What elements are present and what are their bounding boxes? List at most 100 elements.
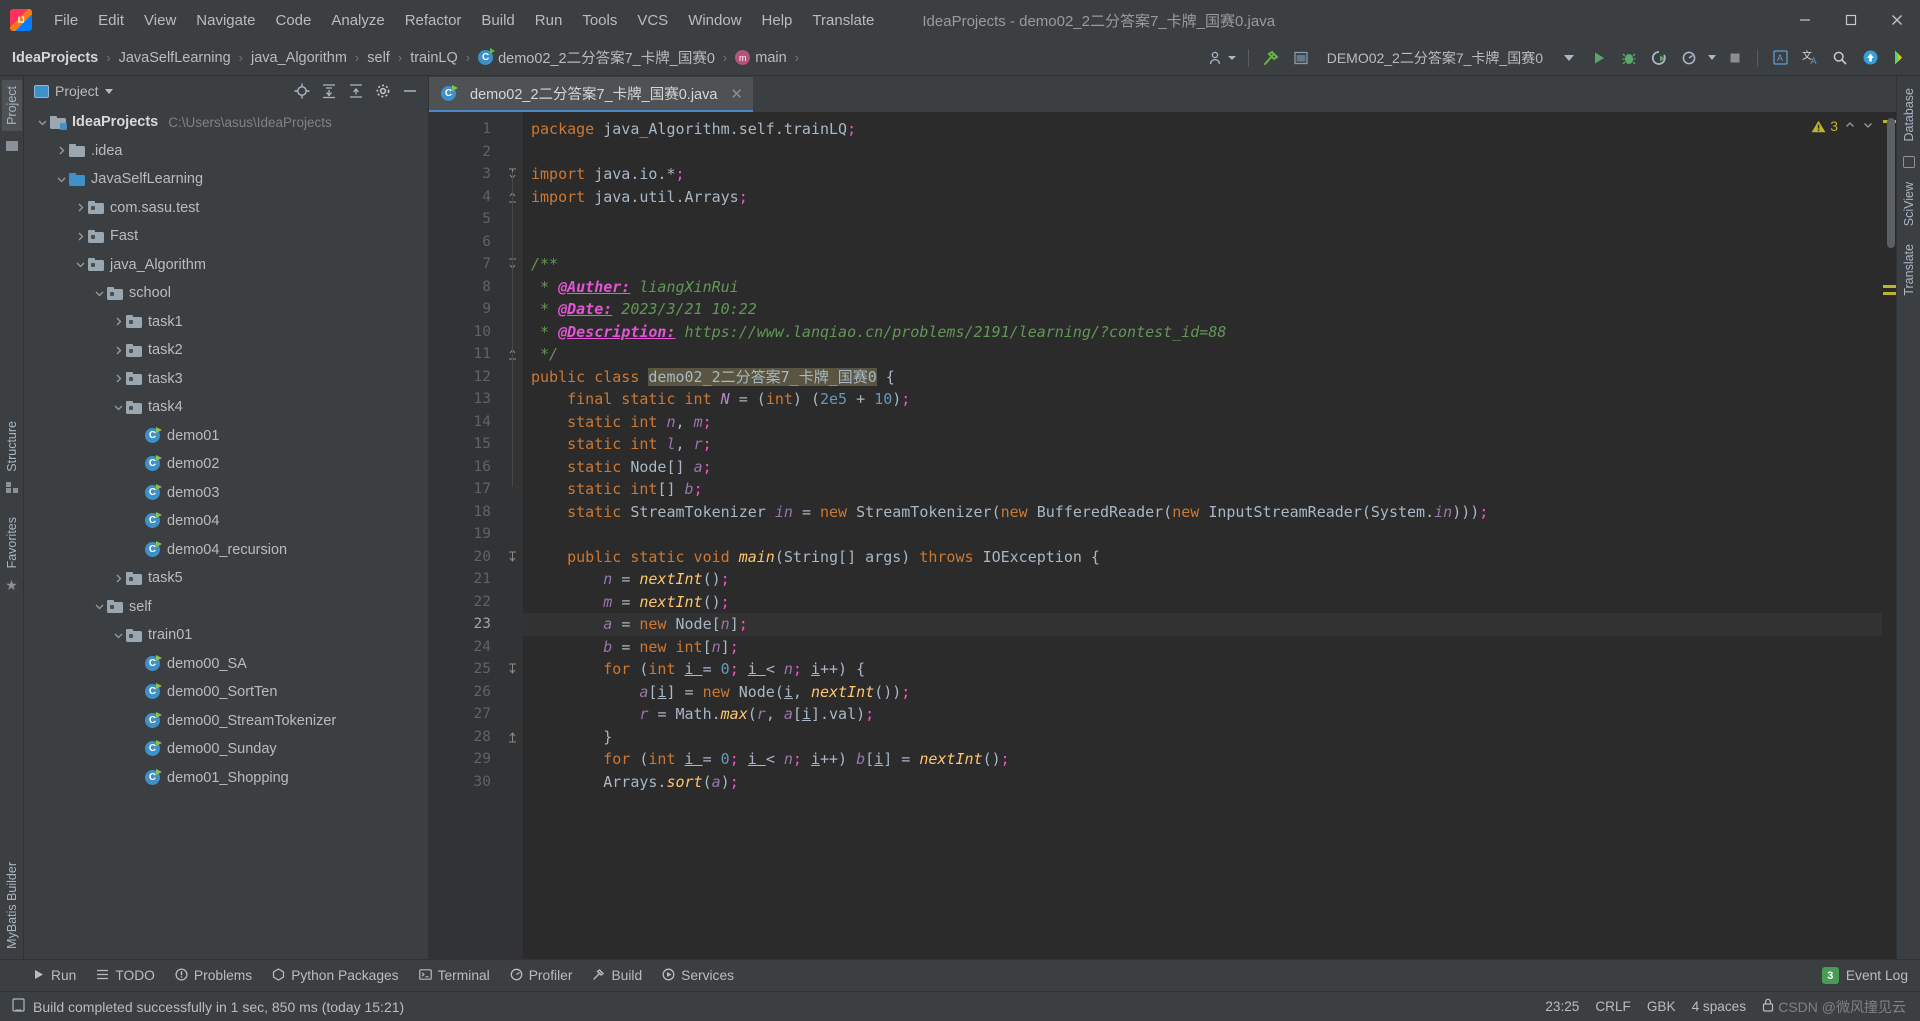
warning-count-badge[interactable]: 3 <box>1811 118 1838 134</box>
chevron-right-icon[interactable] <box>72 203 88 212</box>
code-line[interactable]: * @Auther: liangXinRui <box>523 276 1882 299</box>
hide-panel-icon[interactable] <box>398 79 422 103</box>
code-line[interactable]: a[i] = new Node(i, nextInt()); <box>523 681 1882 704</box>
search-icon[interactable] <box>1826 44 1854 72</box>
line-number[interactable]: 8 <box>429 276 501 299</box>
code-line[interactable]: * @Description: https://www.lanqiao.cn/p… <box>523 321 1882 344</box>
menu-window[interactable]: Window <box>678 8 751 33</box>
expand-all-icon[interactable] <box>317 79 341 103</box>
menu-translate[interactable]: Translate <box>802 8 884 33</box>
menu-refactor[interactable]: Refactor <box>395 8 472 33</box>
breadcrumb-javaselflearning[interactable]: JavaSelfLearning <box>119 50 231 66</box>
menu-edit[interactable]: Edit <box>88 8 134 33</box>
warning-marker[interactable] <box>1883 292 1896 295</box>
line-number[interactable]: 3 <box>429 163 501 186</box>
line-number[interactable]: 10 <box>429 321 501 344</box>
chevron-down-icon[interactable] <box>53 175 69 184</box>
line-number[interactable]: 16 <box>429 456 501 479</box>
tree-item-comsasutest[interactable]: com.sasu.test <box>24 194 428 223</box>
file-encoding[interactable]: GBK <box>1647 999 1676 1014</box>
chevron-down-icon[interactable] <box>1555 44 1583 72</box>
code-line[interactable]: a = new Node[n]; <box>523 613 1882 636</box>
chevron-down-icon[interactable] <box>91 289 107 298</box>
line-number[interactable]: 23 <box>429 613 501 636</box>
code-line[interactable]: static StreamTokenizer in = new StreamTo… <box>523 501 1882 524</box>
run-configuration-selector[interactable]: DEMO02_2二分答案7_卡牌_国赛0 <box>1317 45 1553 71</box>
fold-marker[interactable] <box>501 726 523 749</box>
stripe-folder-icon[interactable] <box>5 140 18 151</box>
tree-item-train01[interactable]: train01 <box>24 621 428 650</box>
stripe-button-favorites[interactable]: Favorites <box>2 511 22 574</box>
tool-window-button-build[interactable]: Build <box>582 964 652 988</box>
code-line[interactable]: static int l, r; <box>523 433 1882 456</box>
line-number[interactable]: 1 <box>429 118 501 141</box>
chevron-down-icon[interactable] <box>91 602 107 611</box>
code-line[interactable]: static int[] b; <box>523 478 1882 501</box>
tool-window-button-problems[interactable]: Problems <box>165 964 262 988</box>
stripe-button-structure[interactable]: Structure <box>2 415 22 478</box>
chevron-down-icon[interactable] <box>110 631 126 640</box>
tree-item-task3[interactable]: task3 <box>24 365 428 394</box>
chevron-down-icon[interactable] <box>72 260 88 269</box>
line-number[interactable]: 20 <box>429 546 501 569</box>
tree-item-demo00_streamtokenizer[interactable]: Cdemo00_StreamTokenizer <box>24 707 428 736</box>
run-icon[interactable] <box>1585 44 1613 72</box>
line-number[interactable]: 9 <box>429 298 501 321</box>
menu-run[interactable]: Run <box>525 8 573 33</box>
code-line[interactable]: * @Date: 2023/3/21 10:22 <box>523 298 1882 321</box>
profile-icon[interactable] <box>1675 44 1703 72</box>
code-line[interactable] <box>523 523 1882 546</box>
code-line[interactable]: Arrays.sort(a); <box>523 771 1882 794</box>
menu-code[interactable]: Code <box>265 8 321 33</box>
menu-analyze[interactable]: Analyze <box>321 8 394 33</box>
line-number[interactable]: 17 <box>429 478 501 501</box>
debug-icon[interactable] <box>1615 44 1643 72</box>
collapse-all-icon[interactable] <box>344 79 368 103</box>
line-number[interactable]: 21 <box>429 568 501 591</box>
menu-help[interactable]: Help <box>752 8 803 33</box>
editor-scrollbar-thumb[interactable] <box>1887 118 1895 248</box>
code-line[interactable]: n = nextInt(); <box>523 568 1882 591</box>
stripe-button-sciview[interactable]: SciView <box>1899 176 1919 232</box>
menu-build[interactable]: Build <box>471 8 524 33</box>
code-line[interactable]: */ <box>523 343 1882 366</box>
star-icon[interactable]: ★ <box>5 578 18 592</box>
code-line[interactable]: m = nextInt(); <box>523 591 1882 614</box>
tree-item-demo04[interactable]: Cdemo04 <box>24 507 428 536</box>
breadcrumb-demo02_27__0[interactable]: Cdemo02_2二分答案7_卡牌_国赛0 <box>478 47 715 68</box>
line-number[interactable]: 22 <box>429 591 501 614</box>
line-number[interactable]: 27 <box>429 703 501 726</box>
line-number[interactable]: 24 <box>429 636 501 659</box>
project-panel-title-group[interactable]: Project <box>34 83 113 99</box>
run-with-coverage-icon[interactable] <box>1645 44 1673 72</box>
code-line[interactable] <box>523 231 1882 254</box>
code-line[interactable] <box>523 208 1882 231</box>
chevron-right-icon[interactable] <box>110 346 126 355</box>
chevron-down-icon[interactable] <box>34 118 50 127</box>
tree-item-java_algorithm[interactable]: java_Algorithm <box>24 251 428 280</box>
fold-marker[interactable] <box>501 546 523 569</box>
code-line[interactable]: final static int N = (int) (2e5 + 10); <box>523 388 1882 411</box>
chevron-up-icon[interactable] <box>1844 119 1856 134</box>
line-number[interactable]: 15 <box>429 433 501 456</box>
tree-item-school[interactable]: school <box>24 279 428 308</box>
chevron-right-icon[interactable] <box>110 374 126 383</box>
chevron-down-icon[interactable] <box>110 403 126 412</box>
breadcrumb-ideaprojects[interactable]: IdeaProjects <box>12 50 98 66</box>
tree-item-demo01_shopping[interactable]: Cdemo01_Shopping <box>24 764 428 793</box>
line-separator[interactable]: CRLF <box>1595 999 1631 1014</box>
code-line[interactable]: import java.util.Arrays; <box>523 186 1882 209</box>
code-line[interactable]: r = Math.max(r, a[i].val); <box>523 703 1882 726</box>
status-message-group[interactable]: Build completed successfully in 1 sec, 8… <box>12 998 404 1015</box>
line-number[interactable]: 18 <box>429 501 501 524</box>
tool-window-button-profiler[interactable]: Profiler <box>500 964 583 988</box>
code-line[interactable]: for (int i = 0; i < n; i++) b[i] = nextI… <box>523 748 1882 771</box>
database-icon[interactable] <box>1902 155 1915 168</box>
line-number[interactable]: 13 <box>429 388 501 411</box>
account-icon[interactable] <box>1206 44 1240 72</box>
line-number[interactable]: 14 <box>429 411 501 434</box>
line-number[interactable]: 4 <box>429 186 501 209</box>
structure-icon[interactable] <box>5 481 18 493</box>
lock-icon[interactable] <box>1762 998 1774 1015</box>
breadcrumb-java_algorithm[interactable]: java_Algorithm <box>251 50 347 66</box>
